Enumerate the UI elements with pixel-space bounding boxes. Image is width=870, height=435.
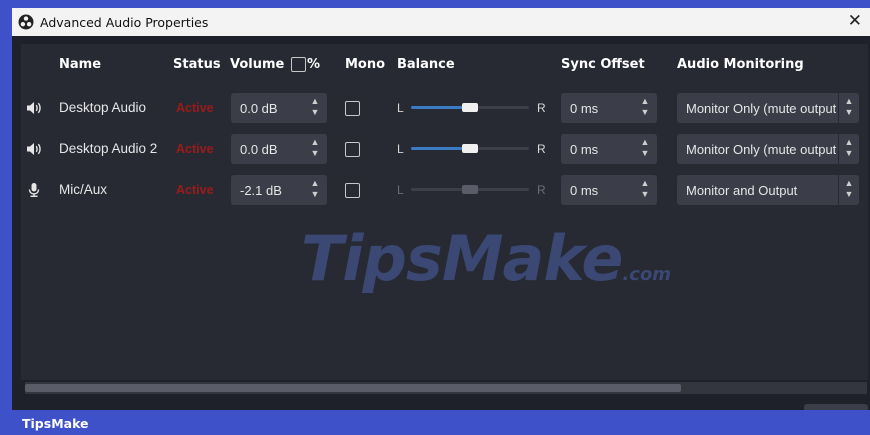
watermark-suffix: .com (622, 264, 672, 285)
spin-arrows-icon[interactable]: ▲ ▼ (640, 96, 650, 120)
balance-slider[interactable] (411, 144, 529, 153)
spin-arrows-icon[interactable]: ▲ ▼ (640, 137, 650, 161)
obs-logo-icon (18, 14, 34, 30)
close-icon[interactable]: ✕ (848, 11, 862, 31)
title-bar: Advanced Audio Properties ✕ (12, 8, 870, 36)
balance-slider-handle[interactable] (462, 103, 478, 112)
source-name: Desktop Audio (59, 100, 147, 115)
audio-monitoring-select[interactable]: Monitor Only (mute output) ▲ ▼ (677, 134, 859, 164)
sync-offset-value: 0 ms (570, 101, 599, 116)
horizontal-scrollbar[interactable] (25, 382, 867, 394)
audio-monitoring-value: Monitor and Output (686, 183, 798, 198)
table-row: Desktop Audio Active 0.0 dB ▲ ▼ L R 0 ms … (21, 91, 868, 125)
chevron-updown-icon[interactable]: ▲ ▼ (843, 137, 855, 159)
source-name: Desktop Audio 2 (59, 141, 158, 156)
balance-right-label: R (537, 142, 546, 156)
chevron-updown-icon[interactable]: ▲ ▼ (843, 96, 855, 118)
audio-monitoring-value: Monitor Only (mute output) (686, 142, 836, 157)
spin-arrows-icon[interactable]: ▲ ▼ (640, 178, 650, 202)
table-row: Mic/Aux Active -2.1 dB ▲ ▼ L R 0 ms ▲ ▼ Mo… (21, 173, 868, 207)
window-title: Advanced Audio Properties (40, 15, 209, 30)
status-badge: Active (176, 183, 214, 197)
watermark-text: TipsMake (301, 222, 623, 295)
speaker-icon (27, 143, 41, 155)
balance-slider-handle[interactable] (462, 185, 478, 194)
spin-arrows-icon[interactable]: ▲ ▼ (310, 96, 320, 120)
select-divider (838, 93, 839, 123)
status-badge: Active (176, 101, 214, 115)
sync-offset-spinbox[interactable]: 0 ms ▲ ▼ (561, 93, 657, 123)
balance-left-label: L (397, 101, 404, 115)
balance-slider[interactable] (411, 103, 529, 112)
column-header-volume: Volume (230, 57, 285, 72)
balance-right-label: R (537, 183, 546, 197)
sync-offset-spinbox[interactable]: 0 ms ▲ ▼ (561, 134, 657, 164)
watermark: TipsMake.com (301, 222, 671, 295)
balance-slider[interactable] (411, 185, 529, 194)
volume-value: 0.0 dB (240, 142, 278, 157)
column-header-sync-offset: Sync Offset (561, 57, 645, 72)
volume-value: 0.0 dB (240, 101, 278, 116)
table-row: Desktop Audio 2 Active 0.0 dB ▲ ▼ L R 0 m… (21, 132, 868, 166)
column-header-name: Name (59, 57, 102, 72)
audio-monitoring-select[interactable]: Monitor and Output ▲ ▼ (677, 175, 859, 205)
sync-offset-value: 0 ms (570, 183, 599, 198)
mono-checkbox[interactable] (345, 142, 360, 157)
horizontal-scrollbar-thumb[interactable] (25, 384, 681, 392)
select-divider (838, 134, 839, 164)
column-header-balance: Balance (397, 57, 455, 72)
balance-slider-handle[interactable] (462, 144, 478, 153)
volume-spinbox[interactable]: 0.0 dB ▲ ▼ (231, 134, 327, 164)
column-header-status: Status (173, 57, 221, 72)
chevron-updown-icon[interactable]: ▲ ▼ (843, 178, 855, 200)
sync-offset-spinbox[interactable]: 0 ms ▲ ▼ (561, 175, 657, 205)
volume-value: -2.1 dB (240, 183, 282, 198)
close-button[interactable] (804, 404, 868, 410)
source-name: Mic/Aux (59, 182, 108, 197)
sync-offset-value: 0 ms (570, 142, 599, 157)
audio-properties-table: Name Status Volume % Mono Balance Sync O… (21, 44, 868, 380)
volume-spinbox[interactable]: -2.1 dB ▲ ▼ (231, 175, 327, 205)
status-badge: Active (176, 142, 214, 156)
balance-left-label: L (397, 142, 404, 156)
spin-arrows-icon[interactable]: ▲ ▼ (310, 178, 320, 202)
speaker-icon (27, 102, 41, 114)
advanced-audio-properties-window: Advanced Audio Properties ✕ Name Status … (12, 8, 870, 410)
microphone-icon (28, 183, 40, 197)
column-header-audio-monitoring: Audio Monitoring (677, 57, 804, 72)
footer-label: TipsMake (22, 416, 89, 431)
column-header-mono: Mono (345, 57, 386, 72)
select-divider (838, 175, 839, 205)
column-header-volume-percent: % (307, 57, 321, 72)
volume-spinbox[interactable]: 0.0 dB ▲ ▼ (231, 93, 327, 123)
mono-checkbox[interactable] (345, 101, 360, 116)
balance-right-label: R (537, 101, 546, 115)
mono-checkbox[interactable] (345, 183, 360, 198)
volume-percent-checkbox[interactable] (291, 57, 306, 72)
audio-monitoring-select[interactable]: Monitor Only (mute output) ▲ ▼ (677, 93, 859, 123)
audio-monitoring-value: Monitor Only (mute output) (686, 101, 836, 116)
balance-left-label: L (397, 183, 404, 197)
spin-arrows-icon[interactable]: ▲ ▼ (310, 137, 320, 161)
